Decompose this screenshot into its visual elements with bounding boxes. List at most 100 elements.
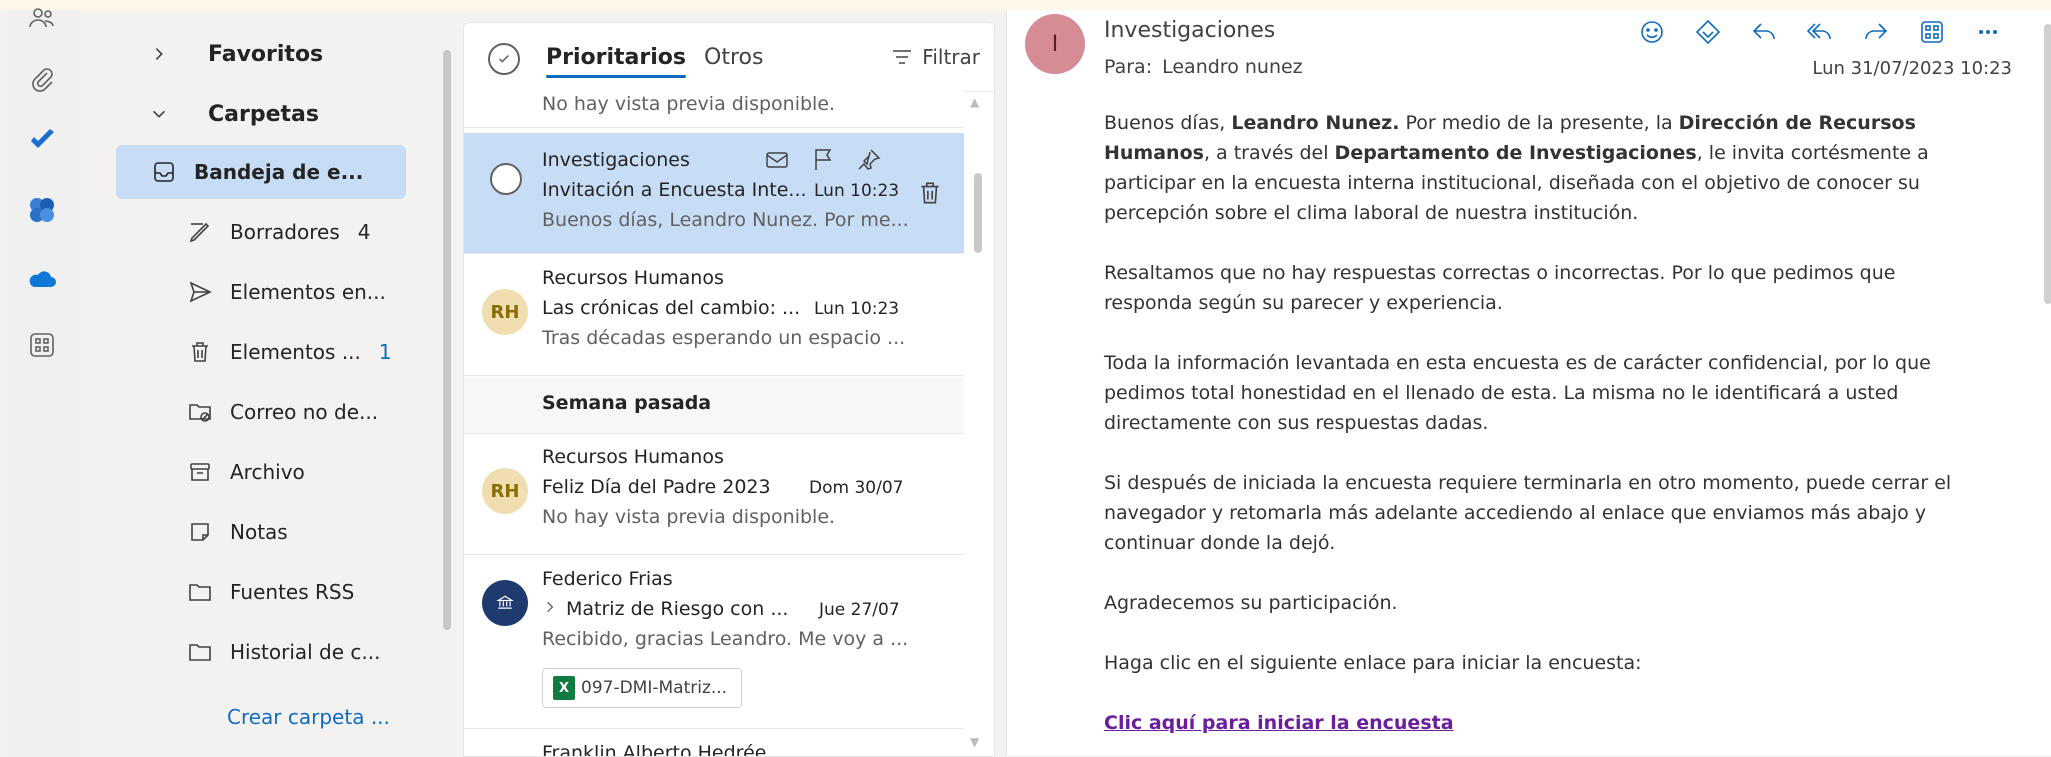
attachment-name: 097-DMI-Matriz...: [581, 678, 728, 698]
todo-icon[interactable]: [22, 120, 62, 160]
folders-group[interactable]: Carpetas: [150, 90, 319, 138]
flag-icon[interactable]: [810, 147, 836, 173]
more-options-icon[interactable]: [1968, 12, 2008, 52]
reading-scrollbar[interactable]: [2044, 24, 2051, 304]
list-item[interactable]: RH Recursos Humanos Las crónicas del cam…: [464, 255, 964, 376]
drafts-icon: [186, 218, 214, 246]
message-date: Jue 27/07: [819, 600, 900, 620]
message-hover-actions: [764, 147, 882, 173]
reply-all-icon[interactable]: [1800, 12, 1840, 52]
list-item[interactable]: Federico Frias Matriz de Riesgo con ... …: [464, 556, 964, 729]
folder-count: 4: [357, 220, 371, 244]
attachment-chip[interactable]: X 097-DMI-Matriz...: [542, 668, 742, 708]
select-all-checkbox[interactable]: [488, 43, 520, 75]
folder-drafts[interactable]: Borradores 4: [116, 205, 486, 259]
message-preview: Recibido, gracias Leandro. Me voy a ...: [542, 628, 909, 650]
junk-folder-icon: [186, 398, 214, 426]
chevron-right-icon: [150, 45, 178, 63]
message-datetime: Lun 31/07/2023 10:23: [1812, 58, 2012, 79]
folder-label: Notas: [230, 520, 288, 544]
favorites-label: Favoritos: [208, 41, 324, 67]
folder-deleted[interactable]: Elementos ... 1: [116, 325, 486, 379]
folder-label: Borradores: [230, 220, 340, 244]
message-select-radio[interactable]: [490, 163, 522, 195]
message-sender: Recursos Humanos: [542, 267, 724, 289]
folder-label: Historial de c...: [230, 640, 381, 664]
create-folder-link[interactable]: Crear carpeta ...: [227, 705, 390, 729]
list-item[interactable]: RH Recursos Humanos Feliz Día del Padre …: [464, 434, 964, 555]
folder-label: Fuentes RSS: [230, 580, 355, 604]
sender-avatar: I: [1025, 14, 1085, 74]
folder-archive[interactable]: Archivo: [116, 445, 486, 499]
folder-history[interactable]: Historial de c...: [116, 625, 486, 679]
body-paragraph: Si después de iniciada la encuesta requi…: [1104, 472, 1952, 554]
to-label: Para:: [1104, 56, 1153, 78]
folder-label: Elementos en...: [230, 280, 386, 304]
message-subject: Invitación a Encuesta Inte...: [542, 179, 807, 201]
list-item-selected[interactable]: Investigaciones Invitación a Encuesta In…: [464, 133, 964, 254]
message-date: Lun 10:23: [814, 299, 900, 319]
folder-icon: [186, 638, 214, 666]
pin-icon[interactable]: [856, 147, 882, 173]
folder-rss[interactable]: Fuentes RSS: [116, 565, 486, 619]
onedrive-icon[interactable]: [22, 260, 62, 300]
message-preview: No hay vista previa disponible.: [542, 93, 836, 115]
delete-icon[interactable]: [916, 179, 944, 207]
list-scroll-down[interactable]: ▼: [970, 735, 979, 749]
folders-label: Carpetas: [208, 101, 319, 127]
chevron-down-icon: [150, 105, 178, 123]
recipient-name[interactable]: Leandro nunez: [1162, 56, 1303, 78]
folder-junk[interactable]: Correo no de...: [116, 385, 486, 439]
folder-inbox[interactable]: Bandeja de e...: [116, 145, 406, 199]
list-scrollbar[interactable]: [974, 173, 982, 253]
folder-label: Correo no de...: [230, 400, 379, 424]
message-preview: No hay vista previa disponible.: [542, 506, 836, 528]
forward-icon[interactable]: [1856, 12, 1896, 52]
reply-icon[interactable]: [1744, 12, 1784, 52]
trash-icon: [186, 338, 214, 366]
message-body: Buenos días, Leandro Nunez. Por medio de…: [1104, 108, 1984, 738]
message-actions: [1632, 12, 2008, 52]
folder-sent[interactable]: Elementos en...: [116, 265, 486, 319]
body-paragraph: Resaltamos que no hay respuestas correct…: [1104, 262, 1896, 314]
message-date: Lun 10:23: [814, 181, 900, 201]
note-icon: [186, 518, 214, 546]
folder-notes[interactable]: Notas: [116, 505, 486, 559]
attachment-icon[interactable]: [22, 60, 62, 100]
thread-chevron-icon[interactable]: [542, 598, 558, 620]
reading-pane: I Investigaciones Para: Leandro nunez Lun…: [1006, 10, 2051, 755]
message-sender: Recursos Humanos: [542, 446, 724, 468]
teams-app-icon[interactable]: [22, 190, 62, 230]
list-header: Prioritarios Otros Filtrar: [464, 23, 994, 92]
avatar: RH: [482, 468, 528, 514]
sticker-icon[interactable]: [1688, 12, 1728, 52]
message-preview: Buenos días, Leandro Nunez. Por me...: [542, 209, 909, 231]
top-strip: [0, 0, 2051, 10]
message-subject: Feliz Día del Padre 2023: [542, 476, 771, 498]
list-item[interactable]: Franklin Alberto Hedrée: [464, 730, 964, 756]
tab-focused[interactable]: Prioritarios: [546, 45, 686, 78]
list-scroll-up[interactable]: ▲: [970, 95, 979, 109]
mark-read-icon[interactable]: [764, 147, 790, 173]
body-paragraph: Buenos días, Leandro Nunez. Por medio de…: [1104, 112, 1929, 224]
sender-name[interactable]: Investigaciones: [1104, 18, 1275, 43]
filter-button[interactable]: Filtrar: [890, 45, 980, 69]
tab-other[interactable]: Otros: [704, 45, 763, 70]
message-preview: Tras décadas esperando un espacio ...: [542, 327, 906, 349]
more-apps-icon[interactable]: [22, 325, 62, 365]
body-paragraph: Agradecemos su participación.: [1104, 592, 1398, 614]
emoji-icon[interactable]: [1632, 12, 1672, 52]
message-subject: Las crónicas del cambio: ...: [542, 297, 801, 319]
apps-grid-icon[interactable]: [1912, 12, 1952, 52]
message-date: Dom 30/07: [809, 478, 904, 498]
archive-icon: [186, 458, 214, 486]
list-item[interactable]: No hay vista previa disponible.: [464, 91, 964, 128]
recipients: Para: Leandro nunez: [1104, 56, 1303, 78]
folder-scrollbar[interactable]: [443, 50, 451, 630]
people-icon[interactable]: [22, 0, 62, 38]
favorites-group[interactable]: Favoritos: [150, 30, 323, 78]
folder-icon: [186, 578, 214, 606]
inbox-icon: [150, 158, 178, 186]
survey-link[interactable]: Clic aquí para iniciar la encuesta: [1104, 712, 1454, 734]
body-paragraph: Toda la información levantada en esta en…: [1104, 352, 1931, 434]
